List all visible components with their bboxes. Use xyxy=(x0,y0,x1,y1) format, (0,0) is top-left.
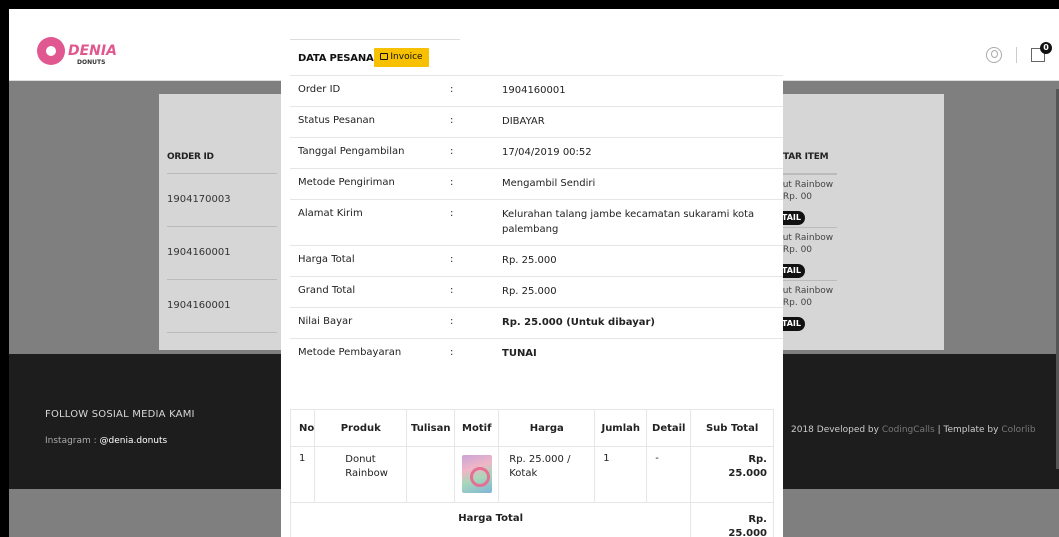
info-value: 17/04/2019 00:52 xyxy=(502,147,592,158)
info-key: Metode Pengiriman xyxy=(298,177,395,188)
info-key: Status Pesanan xyxy=(298,115,376,126)
info-key: Tanggal Pengambilan xyxy=(298,146,405,157)
shopping-bag-icon[interactable]: 0 xyxy=(1031,42,1052,62)
cell-motif xyxy=(454,446,500,503)
info-value: TUNAI xyxy=(502,348,537,359)
list-item: nut Rainbow | Rp. 00 TAIL xyxy=(777,227,837,280)
info-row-pickup-date: Tanggal Pengambilan : 17/04/2019 00:52 xyxy=(290,137,783,168)
item-list-column: FTAR ITEM nut Rainbow | Rp. 00 TAIL nut … xyxy=(777,152,837,333)
total-value: Rp. 25.000 xyxy=(690,502,774,537)
instagram-link[interactable]: @denia.donuts xyxy=(100,436,168,446)
info-row-total-price: Harga Total : Rp. 25.000 xyxy=(290,245,783,276)
total-label: Harga Total xyxy=(289,502,692,537)
info-row-address: Alamat Kirim : Kelurahan talang jambe ke… xyxy=(290,199,783,245)
info-value: Kelurahan talang jambe kecamatan sukaram… xyxy=(502,209,755,235)
cell-no: 1 xyxy=(289,446,316,503)
info-key: Grand Total xyxy=(298,285,356,296)
info-value: 1904160001 xyxy=(502,85,566,96)
table-header-row: No Produk Tulisan Motif Harga Jumlah Det… xyxy=(289,409,774,447)
info-colon: : xyxy=(450,316,454,327)
cell-tulisan xyxy=(406,446,456,503)
donut-logo-icon xyxy=(37,37,65,65)
instagram-line: Instagram : @denia.donuts xyxy=(45,436,195,446)
order-id-header: ORDER ID xyxy=(167,152,277,174)
info-value: DIBAYAR xyxy=(502,116,545,127)
info-key: Metode Pembayaran xyxy=(298,347,402,358)
order-info-table: Order ID : 1904160001 Status Pesanan : D… xyxy=(290,75,783,369)
modal-title: DATA PESANAN xyxy=(298,53,382,64)
cell-produk: Donut Rainbow xyxy=(314,446,408,503)
item-text: nut Rainbow | Rp. 00 xyxy=(777,286,834,308)
info-row-status: Status Pesanan : DIBAYAR xyxy=(290,106,783,137)
invoice-button[interactable]: Invoice xyxy=(374,48,429,67)
site-logo[interactable]: DENIA DONUTS xyxy=(37,37,117,66)
info-colon: : xyxy=(450,115,454,126)
logo-subtext: DONUTS xyxy=(77,59,106,66)
invoice-label: Invoice xyxy=(390,52,423,62)
info-value: Mengambil Sendiri xyxy=(502,178,596,189)
list-item: nut Rainbow | Rp. 00 TAIL xyxy=(777,174,837,227)
col-subtotal: Sub Total xyxy=(690,409,774,447)
info-colon: : xyxy=(450,285,454,296)
template-link[interactable]: Colorlib xyxy=(1001,425,1035,435)
developer-link[interactable]: CodingCalls xyxy=(882,425,935,435)
info-row-shipping-method: Metode Pengiriman : Mengambil Sendiri xyxy=(290,168,783,199)
cell-subtotal: Rp. 25.000 xyxy=(690,446,774,503)
info-key: Harga Total xyxy=(298,254,355,265)
info-colon: : xyxy=(450,254,454,265)
order-detail-modal: DATA PESANAN Invoice Order ID : 19041600… xyxy=(281,9,783,537)
col-harga: Harga xyxy=(498,409,596,447)
header-divider xyxy=(1016,47,1017,63)
col-jumlah: Jumlah xyxy=(594,409,648,447)
template-text: | Template by xyxy=(934,425,1002,435)
col-motif: Motif xyxy=(454,409,500,447)
order-id-column: ORDER ID 1904170003 1904160001 190416000… xyxy=(167,152,277,333)
modal-divider xyxy=(290,39,460,40)
instagram-label: Instagram : xyxy=(45,436,100,446)
info-colon: : xyxy=(450,208,454,219)
item-text: nut Rainbow | Rp. 00 xyxy=(777,233,834,255)
cell-harga: Rp. 25.000 / Kotak xyxy=(498,446,596,503)
copyright-text: 2018 Developed by xyxy=(791,425,882,435)
table-row: 1904170003 xyxy=(167,174,277,227)
info-colon: : xyxy=(450,177,454,188)
app-window: DENIA DONUTS 0 ORDER ID 1904170003 19041… xyxy=(9,9,1059,537)
footer-credits: 2018 Developed by CodingCalls | Template… xyxy=(791,425,1036,435)
table-total-row: Harga Total Rp. 25.000 xyxy=(289,502,774,537)
col-produk: Produk xyxy=(314,409,408,447)
table-row: 1 Donut Rainbow Rp. 25.000 / Kotak 1 - R… xyxy=(289,446,774,503)
info-row-payment-amount: Nilai Bayar : Rp. 25.000 (Untuk dibayar) xyxy=(290,307,783,338)
header-icons: 0 xyxy=(986,42,1052,63)
table-row: 1904160001 xyxy=(167,227,277,280)
user-icon[interactable] xyxy=(986,47,1002,63)
list-item: nut Rainbow | Rp. 00 TAIL xyxy=(777,280,837,333)
info-row-payment-method: Metode Pembayaran : TUNAI xyxy=(290,338,783,369)
col-no: No xyxy=(289,409,316,447)
info-row-grand-total: Grand Total : Rp. 25.000 xyxy=(290,276,783,307)
info-row-order-id: Order ID : 1904160001 xyxy=(290,75,783,106)
printer-icon xyxy=(380,53,389,60)
cell-jumlah: 1 xyxy=(594,446,648,503)
items-header: FTAR ITEM xyxy=(777,152,837,174)
cart-count-badge: 0 xyxy=(1040,42,1052,54)
info-key: Order ID xyxy=(298,84,341,95)
info-colon: : xyxy=(450,146,454,157)
info-key: Nilai Bayar xyxy=(298,316,353,327)
info-key: Alamat Kirim xyxy=(298,208,363,219)
col-tulisan: Tulisan xyxy=(406,409,456,447)
info-colon: : xyxy=(450,84,454,95)
cell-detail: - xyxy=(646,446,692,503)
col-detail: Detail xyxy=(646,409,692,447)
info-colon: : xyxy=(450,347,454,358)
donut-motif-image xyxy=(461,455,492,493)
info-value: Rp. 25.000 (Untuk dibayar) xyxy=(502,317,656,328)
footer-social: FOLLOW SOSIAL MEDIA KAMI Instagram : @de… xyxy=(45,409,195,446)
follow-title: FOLLOW SOSIAL MEDIA KAMI xyxy=(45,409,195,420)
info-value: Rp. 25.000 xyxy=(502,255,557,266)
table-row: 1904160001 xyxy=(167,280,277,333)
item-text: nut Rainbow | Rp. 00 xyxy=(777,180,834,202)
logo-text: DENIA xyxy=(68,43,117,59)
info-value: Rp. 25.000 xyxy=(502,286,557,297)
product-table: No Produk Tulisan Motif Harga Jumlah Det… xyxy=(289,409,774,537)
